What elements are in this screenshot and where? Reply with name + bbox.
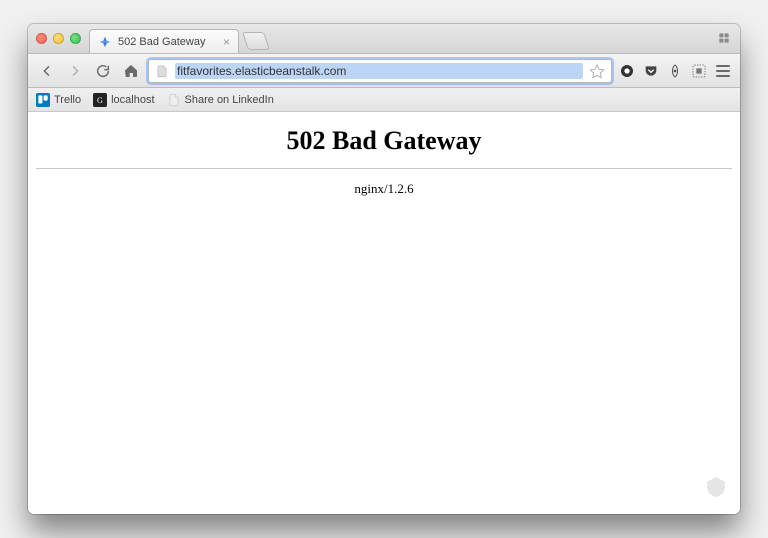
window-expand-icon[interactable]	[716, 30, 732, 46]
page-icon	[167, 93, 181, 107]
bookmarks-bar: Trello G localhost Share on LinkedIn	[28, 88, 740, 112]
minimize-window-button[interactable]	[53, 33, 64, 44]
error-heading: 502 Bad Gateway	[28, 126, 740, 156]
browser-tab[interactable]: 502 Bad Gateway ×	[89, 29, 239, 53]
close-window-button[interactable]	[36, 33, 47, 44]
bookmark-label: Trello	[54, 94, 81, 106]
server-line: nginx/1.2.6	[28, 181, 740, 197]
tab-title: 502 Bad Gateway	[118, 36, 205, 48]
favicon-icon	[98, 35, 112, 49]
bookmark-trello[interactable]: Trello	[36, 93, 81, 107]
page-content: 502 Bad Gateway nginx/1.2.6	[28, 112, 740, 514]
bookmark-star-icon[interactable]	[589, 63, 605, 79]
tab-close-icon[interactable]: ×	[223, 35, 230, 49]
extension-icon-3[interactable]	[666, 62, 684, 80]
url-text: fitfavorites.elasticbeanstalk.com	[175, 63, 583, 79]
bookmark-localhost[interactable]: G localhost	[93, 93, 154, 107]
reload-button[interactable]	[92, 60, 114, 82]
svg-text:G: G	[97, 95, 103, 104]
browser-window: 502 Bad Gateway × fitfavorites.elasticbe…	[28, 24, 740, 514]
nav-toolbar: fitfavorites.elasticbeanstalk.com	[28, 54, 740, 88]
window-controls	[34, 24, 85, 53]
page-icon	[155, 64, 169, 78]
new-tab-button[interactable]	[242, 32, 270, 50]
home-button[interactable]	[120, 60, 142, 82]
divider	[36, 168, 732, 169]
bookmark-label: localhost	[111, 94, 154, 106]
pocket-icon[interactable]	[642, 62, 660, 80]
chrome-menu-button[interactable]	[714, 62, 732, 80]
back-button[interactable]	[36, 60, 58, 82]
bookmark-linkedin[interactable]: Share on LinkedIn	[167, 93, 274, 107]
zoom-window-button[interactable]	[70, 33, 81, 44]
address-bar[interactable]: fitfavorites.elasticbeanstalk.com	[148, 59, 612, 83]
forward-button[interactable]	[64, 60, 86, 82]
tab-strip: 502 Bad Gateway ×	[28, 24, 740, 54]
localhost-icon: G	[93, 93, 107, 107]
bookmark-label: Share on LinkedIn	[185, 94, 274, 106]
extension-icon-4[interactable]	[690, 62, 708, 80]
trello-icon	[36, 93, 50, 107]
evernote-clipper-icon[interactable]	[704, 475, 728, 504]
extension-icon-1[interactable]	[618, 62, 636, 80]
